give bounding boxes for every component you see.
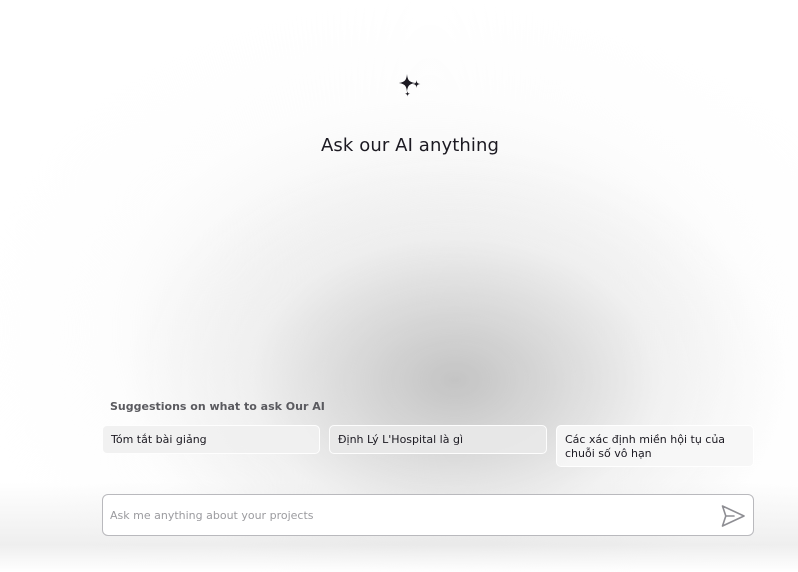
suggestion-chip-convergence[interactable]: Các xác định miền hội tụ của chuỗi số vô…	[556, 425, 754, 467]
send-icon[interactable]	[719, 502, 747, 530]
prompt-input[interactable]	[110, 505, 700, 525]
suggestion-chip-label: Tóm tắt bài giảng	[111, 433, 207, 446]
suggestion-chip-summary[interactable]: Tóm tắt bài giảng	[102, 425, 320, 454]
suggestion-chip-label: Định Lý L'Hospital là gì	[338, 433, 464, 446]
prompt-box	[102, 494, 754, 536]
suggestion-chip-label: Các xác định miền hội tụ của chuỗi số vô…	[565, 433, 726, 460]
suggestions-heading: Suggestions on what to ask Our AI	[110, 400, 325, 413]
sparkles-icon	[399, 74, 421, 97]
page-title: Ask our AI anything	[320, 135, 499, 156]
suggestion-chip-lhospital[interactable]: Định Lý L'Hospital là gì	[329, 425, 547, 454]
